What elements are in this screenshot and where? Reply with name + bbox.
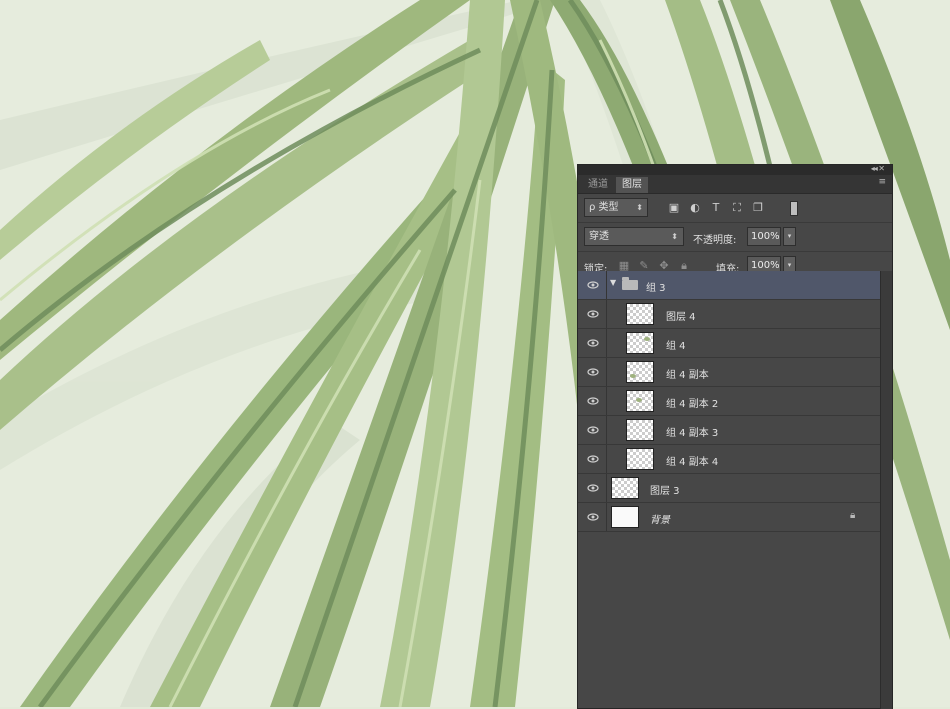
tab-channels[interactable]: 通道	[582, 177, 614, 193]
chevron-updown-icon: ⬍	[636, 203, 643, 212]
layer-name: 组 3	[646, 283, 666, 294]
filter-toggle-switch[interactable]	[790, 201, 798, 216]
shape-filter-icon[interactable]: ⛶	[731, 201, 743, 214]
eye-icon[interactable]	[587, 366, 599, 378]
layer-thumbnail	[626, 303, 654, 325]
collapse-panel-icon[interactable]: ◂◂ ✕	[871, 164, 885, 173]
leaf-mark	[636, 398, 642, 402]
layer-row[interactable]: 组 4	[578, 329, 880, 358]
eye-icon[interactable]	[587, 482, 599, 494]
eye-separator	[606, 503, 607, 531]
folder-icon	[622, 277, 638, 290]
panel-tab-bar: 通道 图层 ≡	[578, 175, 892, 194]
layer-row[interactable]: 图层 4	[578, 300, 880, 329]
filter-row: ρ 类型 ⬍ ▣ ◐ T ⛶ ❐	[578, 194, 892, 223]
opacity-slider-toggle[interactable]: ▾	[783, 227, 796, 246]
layer-row[interactable]: 组 4 副本 4	[578, 445, 880, 474]
layer-row[interactable]: 图层 3	[578, 474, 880, 503]
eye-icon[interactable]	[587, 308, 599, 320]
layers-list: ▼ 组 3 图层 4 组 4 组 4 副本 组 4 副本 2 组 4 副本 3 …	[578, 271, 880, 532]
eye-icon[interactable]	[587, 453, 599, 465]
layer-name: 组 4 副本	[666, 370, 709, 381]
eye-separator	[606, 358, 607, 386]
eye-separator	[606, 387, 607, 415]
panel-menu-icon[interactable]: ≡	[878, 177, 886, 187]
layer-thumbnail	[626, 361, 654, 383]
eye-icon[interactable]	[587, 511, 599, 523]
layer-row[interactable]: 组 4 副本 2	[578, 387, 880, 416]
eye-separator	[606, 445, 607, 473]
blend-mode-dropdown[interactable]: 穿透 ⬍	[584, 227, 684, 246]
lock-icon: 🔒︎	[850, 510, 856, 521]
layer-name: 组 4 副本 2	[666, 399, 719, 410]
layer-name: 图层 3	[650, 486, 680, 497]
eye-separator	[606, 474, 607, 502]
layer-thumbnail	[626, 332, 654, 354]
eye-icon[interactable]	[587, 395, 599, 407]
layer-row-group-3[interactable]: ▼ 组 3	[578, 271, 880, 300]
layer-row[interactable]: 组 4 副本 3	[578, 416, 880, 445]
blend-row: 穿透 ⬍ 不透明度: 100% ▾	[578, 223, 892, 252]
leaf-mark	[644, 337, 650, 341]
eye-separator	[606, 416, 607, 444]
layer-thumbnail	[626, 390, 654, 412]
layers-panel: ◂◂ ✕ 通道 图层 ≡ ρ 类型 ⬍ ▣ ◐ T ⛶ ❐ 穿透 ⬍ 不透明度:…	[577, 164, 893, 709]
filter-type-label: 类型	[598, 202, 619, 213]
filter-search-icon: ρ	[589, 202, 596, 213]
eye-icon[interactable]	[587, 424, 599, 436]
layer-thumbnail	[626, 419, 654, 441]
panel-title-bar[interactable]: ◂◂ ✕	[578, 164, 892, 175]
layer-name: 组 4 副本 3	[666, 428, 719, 439]
chevron-updown-icon: ⬍	[671, 232, 678, 241]
layer-name: 组 4 副本 4	[666, 457, 719, 468]
smart-object-filter-icon[interactable]: ❐	[752, 201, 764, 214]
layer-thumbnail	[626, 448, 654, 470]
eye-icon[interactable]	[587, 279, 599, 291]
layer-name: 图层 4	[666, 312, 696, 323]
image-filter-icon[interactable]: ▣	[668, 201, 680, 214]
layer-row-background[interactable]: 背景 🔒︎	[578, 503, 880, 532]
layers-scrollbar[interactable]	[880, 271, 892, 709]
adjustment-filter-icon[interactable]: ◐	[689, 201, 701, 214]
layer-name: 背景	[650, 515, 670, 526]
filter-type-dropdown[interactable]: ρ 类型 ⬍	[584, 198, 648, 217]
eye-separator	[606, 271, 607, 299]
opacity-label: 不透明度:	[693, 235, 737, 246]
expand-triangle-icon[interactable]: ▼	[610, 278, 616, 287]
layer-thumbnail	[611, 477, 639, 499]
opacity-input[interactable]: 100%	[747, 227, 781, 246]
tab-layers[interactable]: 图层	[616, 177, 648, 193]
leaf-mark	[630, 374, 636, 378]
layer-thumbnail	[611, 506, 639, 528]
layer-name: 组 4	[666, 341, 686, 352]
layer-row[interactable]: 组 4 副本	[578, 358, 880, 387]
eye-separator	[606, 329, 607, 357]
eye-icon[interactable]	[587, 337, 599, 349]
eye-separator	[606, 300, 607, 328]
blend-mode-value: 穿透	[589, 231, 609, 242]
type-filter-icon[interactable]: T	[710, 201, 722, 214]
